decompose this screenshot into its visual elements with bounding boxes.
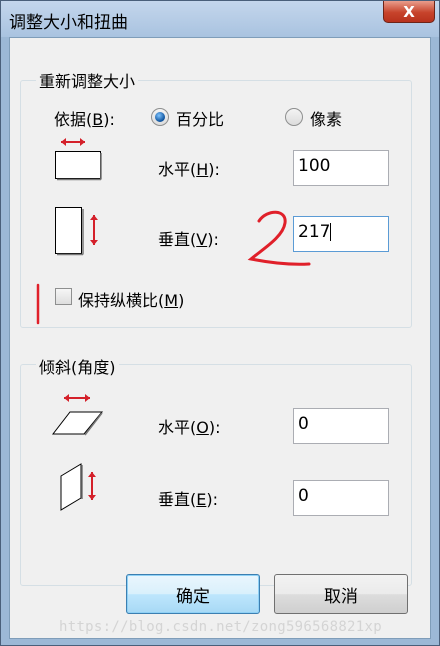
annotation-overlay xyxy=(36,210,311,325)
annotation-number-two xyxy=(247,210,311,266)
watermark-text: https://blog.csdn.net/zong596568821xp xyxy=(59,619,382,635)
dialog-window: 调整大小和扭曲 X 重新调整大小 依据(B): 百分比 像素 水平(H): 10… xyxy=(0,0,440,646)
